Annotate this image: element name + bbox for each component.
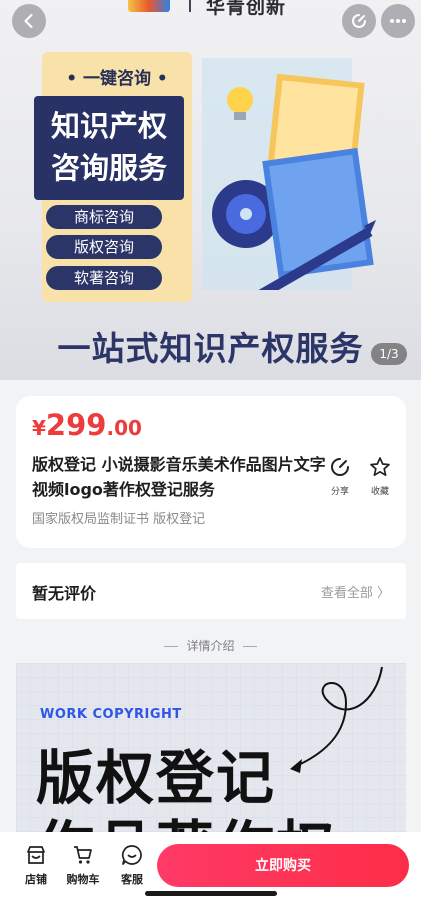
- buy-now-button[interactable]: 立即购买: [157, 844, 409, 887]
- shop-tab[interactable]: 店铺: [16, 844, 56, 887]
- detail-section-label: 详情介绍: [186, 639, 235, 653]
- bottom-action-bar: 店铺 购物车 客服 立即购买: [0, 832, 421, 899]
- detail-tag: WORK COPYRIGHT: [40, 707, 182, 722]
- back-button[interactable]: [12, 4, 46, 38]
- curly-arrow-icon: [290, 666, 383, 773]
- favorite-label: 收藏: [370, 487, 389, 497]
- shop-label: 店铺: [25, 873, 47, 886]
- product-image-carousel[interactable]: 华青创新 • 一键咨询 • 知识产权 咨询服务 商标咨询 版权咨询 软著咨询 一…: [0, 0, 421, 380]
- brand-divider: [189, 0, 191, 12]
- reviews-section: 暂无评价 查看全部 〉: [16, 563, 406, 619]
- service-pill-trademark: 商标咨询: [46, 205, 162, 229]
- share-icon: [352, 14, 366, 28]
- cart-tab[interactable]: 购物车: [63, 844, 103, 887]
- divider-line-left: [164, 646, 179, 647]
- consult-title-line1: 知识产权: [50, 109, 167, 143]
- customer-service-tab[interactable]: 客服: [112, 844, 152, 887]
- star-icon: [370, 457, 390, 477]
- back-icon: [24, 13, 33, 29]
- price-integer: 299: [45, 408, 107, 442]
- product-subtitle: 国家版权局监制证书 版权登记: [32, 512, 206, 527]
- product-title: 版权登记 小说摄影音乐美术作品图片文字视频logo著作权登记服务: [32, 455, 326, 499]
- consult-title: 知识产权 咨询服务: [34, 96, 184, 200]
- brand-logo: [128, 0, 170, 12]
- product-info-card: ¥299.00 版权登记 小说摄影音乐美术作品图片文字视频logo著作权登记服务…: [16, 396, 406, 548]
- brand-name: 华青创新: [206, 0, 287, 18]
- share-label: 分享: [330, 487, 349, 497]
- store-icon: [27, 846, 45, 864]
- carousel-pager: 1/3: [371, 343, 407, 365]
- chat-icon: [121, 845, 142, 865]
- more-button[interactable]: [381, 4, 415, 38]
- service-pill-software: 软著咨询: [46, 266, 162, 290]
- banner-slogan: 一站式知识产权服务: [57, 329, 364, 368]
- price-decimal: .00: [106, 416, 142, 440]
- share-button[interactable]: [342, 4, 376, 38]
- share-product-button[interactable]: 分享: [320, 456, 360, 497]
- price-currency: ¥: [32, 416, 46, 440]
- home-indicator: [145, 891, 277, 896]
- product-price: ¥299.00: [32, 408, 142, 442]
- more-icon: [390, 19, 406, 23]
- consult-tag: • 一键咨询 •: [66, 69, 168, 89]
- top-header: 华青创新: [0, 0, 421, 42]
- service-pill-copyright: 版权咨询: [46, 235, 162, 259]
- divider-line-right: [242, 646, 257, 647]
- consult-panel: • 一键咨询 • 知识产权 咨询服务 商标咨询 版权咨询 软著咨询: [34, 52, 192, 302]
- reviews-title: 暂无评价: [32, 584, 97, 603]
- service-label: 客服: [121, 873, 143, 886]
- favorite-button[interactable]: 收藏: [360, 456, 400, 497]
- share-icon: [331, 458, 349, 476]
- copyright-illustration: [202, 58, 376, 290]
- view-all-reviews-link[interactable]: 查看全部 〉: [321, 582, 390, 601]
- cart-label: 购物车: [66, 873, 100, 886]
- cart-icon: [74, 846, 92, 864]
- detail-section-divider: 详情介绍: [0, 637, 421, 654]
- consult-title-line2: 咨询服务: [50, 151, 167, 185]
